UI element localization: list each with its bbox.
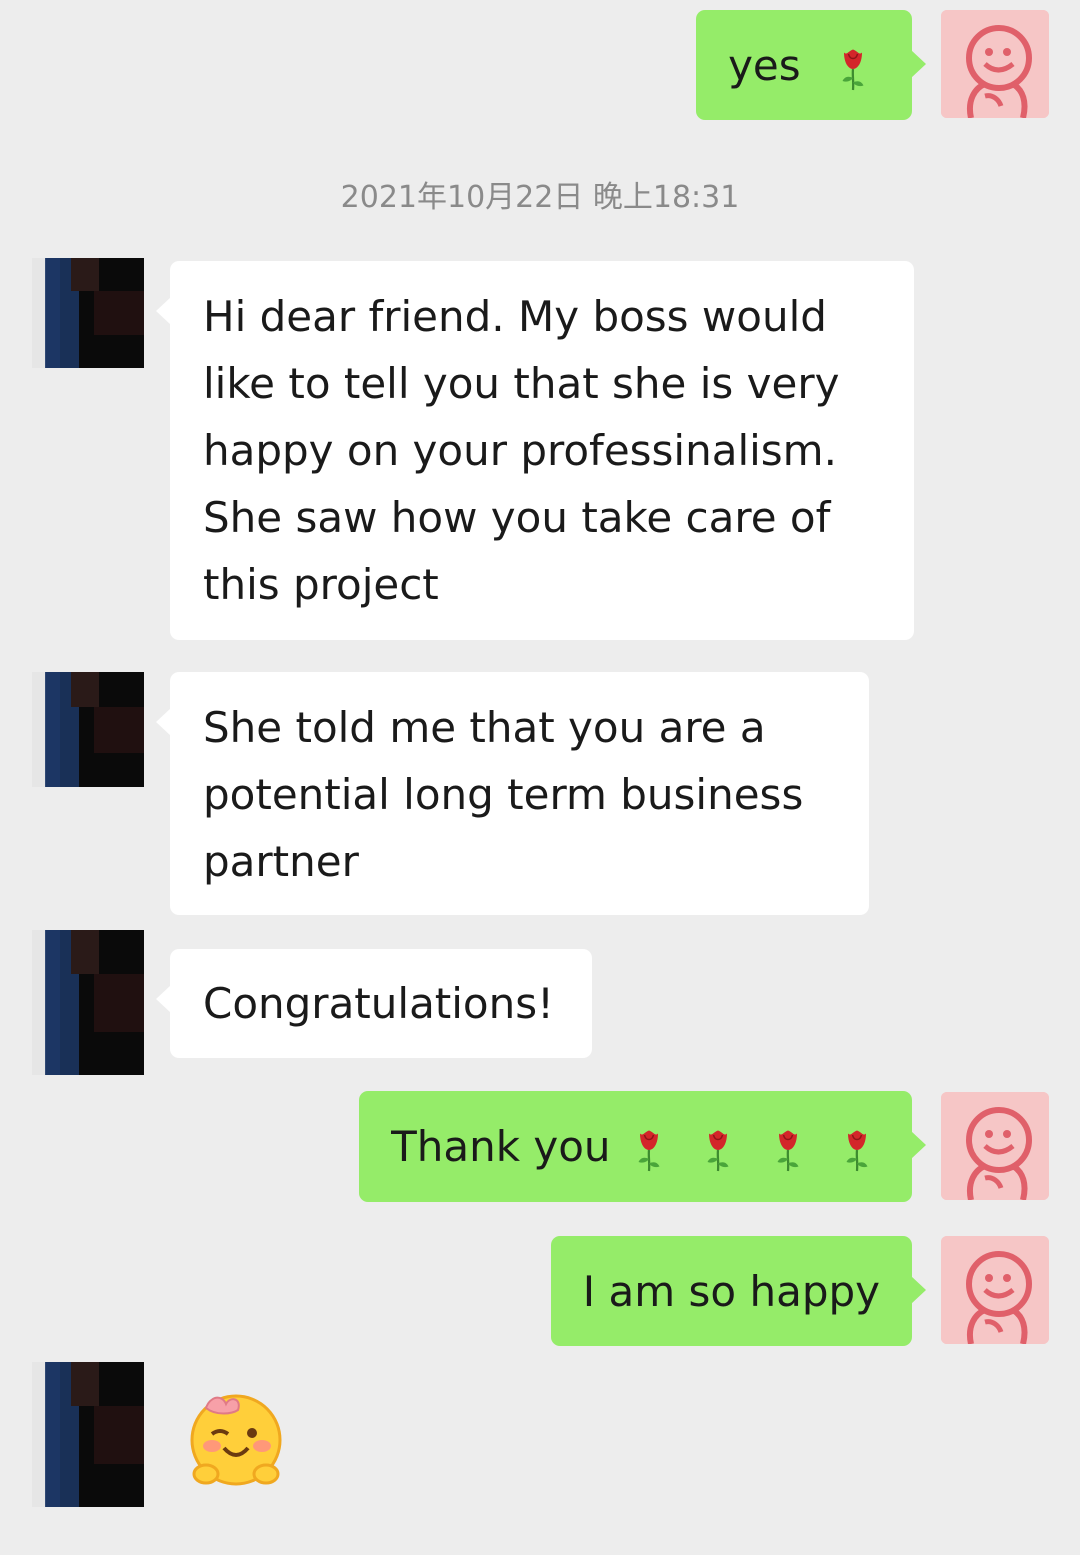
contact-avatar[interactable] bbox=[32, 672, 144, 787]
rose-icon bbox=[838, 43, 868, 95]
message-text: She told me that you are a potential lon… bbox=[203, 703, 804, 886]
contact-avatar[interactable] bbox=[32, 1362, 144, 1507]
message-text: I am so happy bbox=[582, 1267, 880, 1316]
message-bubble-incoming[interactable]: Hi dear friend. My boss would like to te… bbox=[156, 261, 914, 640]
smiley-avatar-icon bbox=[941, 1092, 1049, 1200]
message-text: Thank you bbox=[391, 1122, 611, 1171]
my-avatar[interactable] bbox=[941, 1092, 1049, 1200]
message-bubble-incoming[interactable]: Congratulations! bbox=[156, 949, 592, 1058]
my-avatar[interactable] bbox=[941, 10, 1049, 118]
chat-timestamp: 2021年10月22日 晚上18:31 bbox=[340, 180, 740, 215]
blushing-winking-emoji-icon bbox=[190, 1394, 282, 1486]
rose-icon bbox=[703, 1124, 733, 1176]
my-avatar[interactable] bbox=[941, 1236, 1049, 1344]
sticker-message[interactable] bbox=[186, 1388, 286, 1488]
message-text: yes bbox=[728, 41, 801, 90]
rose-icon bbox=[842, 1124, 872, 1176]
message-bubble-outgoing[interactable]: I am so happy bbox=[550, 1236, 927, 1346]
contact-avatar[interactable] bbox=[32, 258, 144, 368]
message-bubble-incoming[interactable]: She told me that you are a potential lon… bbox=[156, 672, 869, 915]
rose-icon bbox=[773, 1124, 803, 1176]
message-text: Hi dear friend. My boss would like to te… bbox=[203, 292, 840, 609]
message-bubble-outgoing[interactable]: yes bbox=[696, 10, 926, 120]
contact-avatar[interactable] bbox=[32, 930, 144, 1075]
message-text: Congratulations! bbox=[203, 979, 554, 1028]
smiley-avatar-icon bbox=[941, 10, 1049, 118]
rose-icon bbox=[634, 1124, 664, 1176]
smiley-avatar-icon bbox=[941, 1236, 1049, 1344]
message-bubble-outgoing[interactable]: Thank you bbox=[359, 1091, 926, 1202]
